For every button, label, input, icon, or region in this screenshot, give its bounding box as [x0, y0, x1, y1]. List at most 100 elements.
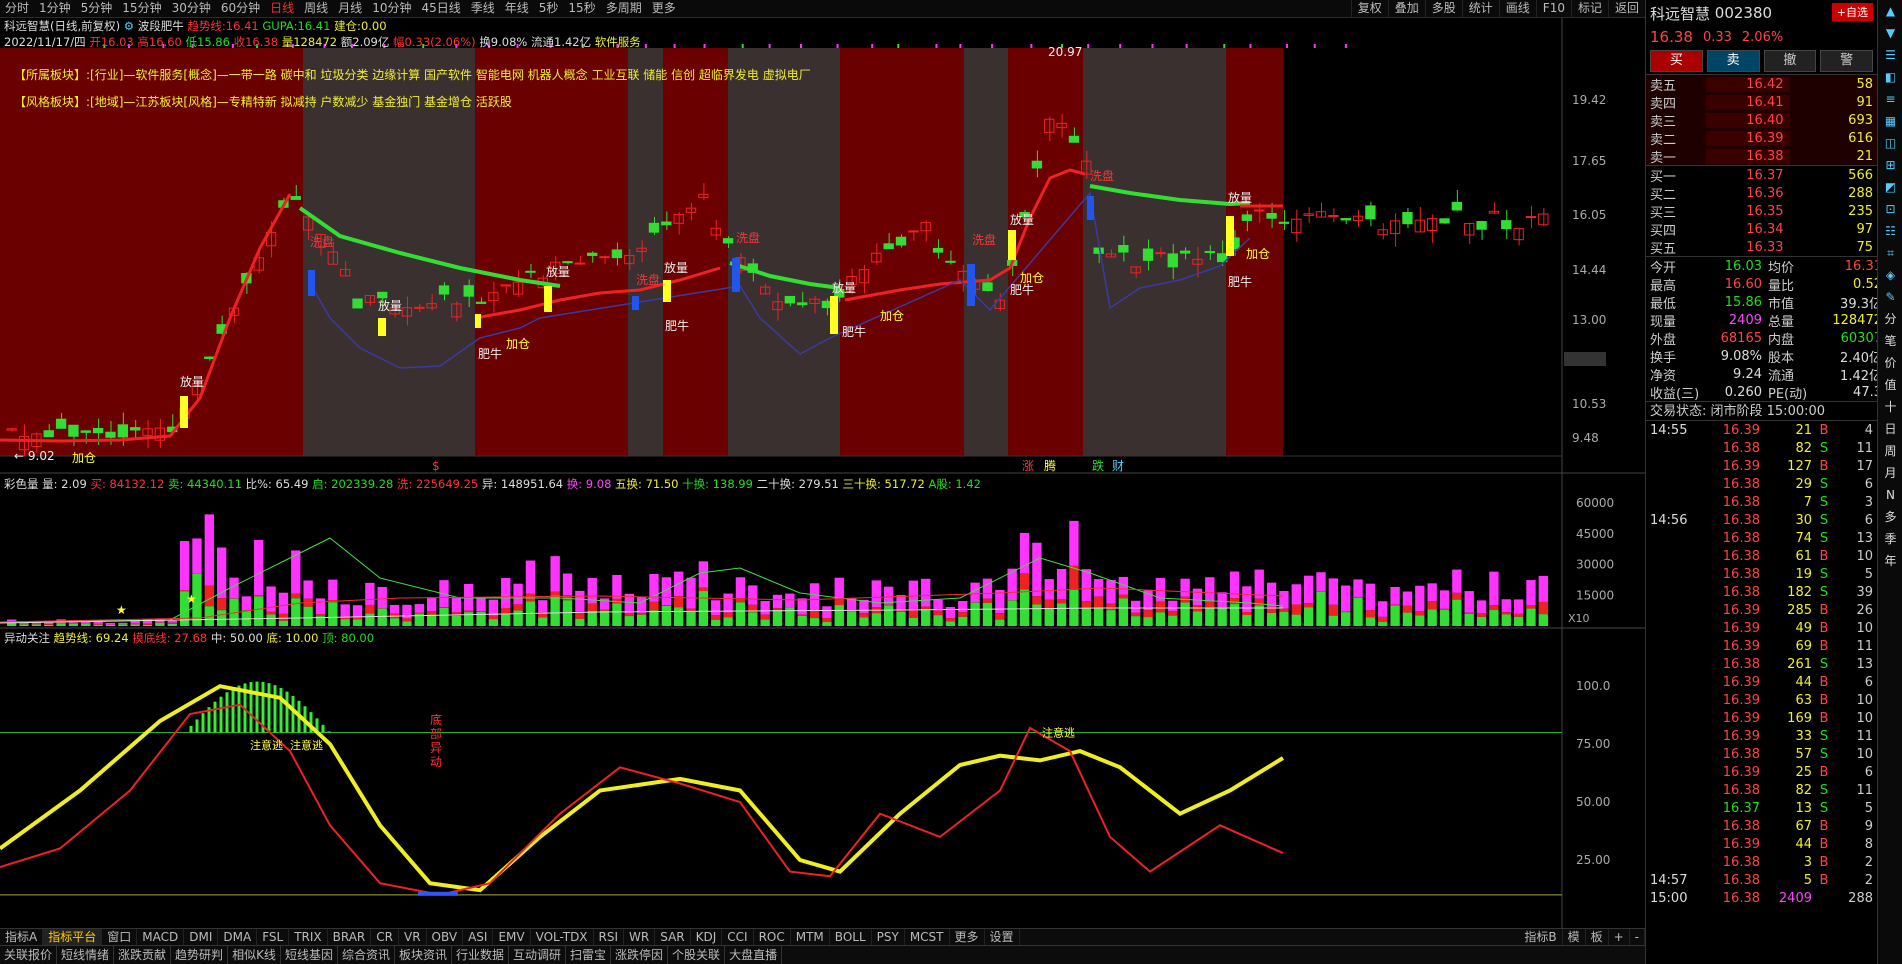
- period-9[interactable]: 10分钟: [367, 0, 416, 17]
- period-14[interactable]: 15秒: [563, 0, 600, 17]
- bottom-tab-6[interactable]: 综合资讯: [338, 946, 395, 964]
- gear-icon[interactable]: ⚙: [124, 19, 134, 33]
- bottom-tab-10[interactable]: 扫雷宝: [566, 946, 612, 964]
- indicator-tab-8[interactable]: BRAR: [328, 929, 372, 945]
- tick-list[interactable]: 14:55 16.39 21 B 4 16.38 82 S 11 16.39 127 B 17 16.38…: [1646, 421, 1877, 907]
- period-12[interactable]: 年线: [500, 0, 534, 17]
- period-3[interactable]: 15分钟: [117, 0, 166, 17]
- period-shortcut-8[interactable]: N: [1878, 484, 1902, 506]
- bottom-tab-11[interactable]: 涨跌停因: [611, 946, 669, 964]
- alert-button[interactable]: 警: [1820, 50, 1873, 72]
- indicator-right-tab-3[interactable]: +: [1609, 929, 1630, 945]
- tool-icon-0[interactable]: ▲: [1878, 0, 1902, 22]
- tool-0[interactable]: 复权: [1350, 0, 1388, 17]
- indicator-tab-14[interactable]: VOL-TDX: [531, 929, 594, 945]
- period-13[interactable]: 5秒: [534, 0, 564, 17]
- period-shortcut-5[interactable]: 日: [1878, 418, 1902, 440]
- period-shortcut-0[interactable]: 分: [1878, 308, 1902, 330]
- period-7[interactable]: 周线: [299, 0, 333, 17]
- tool-icon-13[interactable]: ✎: [1878, 286, 1902, 308]
- ask-row[interactable]: 卖五 16.42 58: [1646, 75, 1877, 94]
- indicator-tab-25[interactable]: 更多: [950, 929, 985, 945]
- tool-icon-12[interactable]: ◈: [1878, 264, 1902, 286]
- indicator-tab-10[interactable]: VR: [399, 929, 427, 945]
- bottom-tab-1[interactable]: 短线情绪: [57, 946, 115, 964]
- tool-icon-11[interactable]: ⌗: [1878, 242, 1902, 264]
- ask-row[interactable]: 卖二 16.39 616: [1646, 129, 1877, 148]
- ask-row[interactable]: 卖四 16.41 91: [1646, 93, 1877, 112]
- indicator-tab-24[interactable]: MCST: [905, 929, 950, 945]
- bid-row[interactable]: 买四 16.34 97: [1646, 220, 1877, 239]
- period-5[interactable]: 60分钟: [216, 0, 265, 17]
- period-16[interactable]: 更多: [647, 0, 681, 17]
- bid-row[interactable]: 买五 16.33 75: [1646, 238, 1877, 257]
- tool-3[interactable]: 统计: [1461, 0, 1499, 17]
- bid-row[interactable]: 买二 16.36 288: [1646, 184, 1877, 203]
- bottom-tab-12[interactable]: 个股关联: [668, 946, 726, 964]
- bottom-tab-5[interactable]: 短线基因: [281, 946, 338, 964]
- tool-7[interactable]: 返回: [1607, 0, 1645, 17]
- tool-6[interactable]: 标记: [1570, 0, 1608, 17]
- indicator-tab-23[interactable]: PSY: [872, 929, 905, 945]
- indicator-tab-5[interactable]: DMA: [218, 929, 258, 945]
- bottom-tab-9[interactable]: 互动调研: [509, 946, 567, 964]
- indicator-right-tab-2[interactable]: 板: [1586, 929, 1609, 945]
- indicator-tab-9[interactable]: CR: [371, 929, 399, 945]
- indicator-tab-19[interactable]: CCI: [722, 929, 754, 945]
- period-shortcut-2[interactable]: 价: [1878, 352, 1902, 374]
- indicator-tab-22[interactable]: BOLL: [830, 929, 872, 945]
- bottom-tab-13[interactable]: 大盘直播: [725, 946, 783, 964]
- period-shortcut-10[interactable]: 季: [1878, 528, 1902, 550]
- chart-area[interactable]: 19.4217.6516.0514.4413.0011.6310.539.48放…: [0, 18, 1645, 958]
- tool-icon-4[interactable]: ≡: [1878, 88, 1902, 110]
- tool-icon-9[interactable]: ⊡: [1878, 198, 1902, 220]
- bottom-tab-7[interactable]: 板块资讯: [395, 946, 452, 964]
- period-6[interactable]: 日线: [265, 0, 299, 17]
- tool-5[interactable]: F10: [1535, 0, 1571, 17]
- period-shortcut-7[interactable]: 月: [1878, 462, 1902, 484]
- ask-row[interactable]: 卖一 16.38 21: [1646, 147, 1877, 166]
- indicator-tab-12[interactable]: ASI: [463, 929, 494, 945]
- period-shortcut-1[interactable]: 笔: [1878, 330, 1902, 352]
- tool-icon-1[interactable]: ▼: [1878, 22, 1902, 44]
- period-10[interactable]: 45日线: [416, 0, 465, 17]
- buy-button[interactable]: 买: [1650, 50, 1703, 72]
- indicator-right-tab-4[interactable]: -: [1630, 929, 1645, 945]
- tool-1[interactable]: 叠加: [1387, 0, 1425, 17]
- indicator-tab-6[interactable]: FSL: [257, 929, 290, 945]
- indicator-tab-15[interactable]: RSI: [594, 929, 625, 945]
- bid-row[interactable]: 买三 16.35 235: [1646, 202, 1877, 221]
- indicator-tab-13[interactable]: EMV: [493, 929, 531, 945]
- tool-icon-7[interactable]: ⊞: [1878, 154, 1902, 176]
- indicator-tab-20[interactable]: ROC: [754, 929, 791, 945]
- tool-icon-8[interactable]: ◩: [1878, 176, 1902, 198]
- bottom-tab-4[interactable]: 相似K线: [228, 946, 281, 964]
- tool-icon-3[interactable]: ◧: [1878, 66, 1902, 88]
- indicator-tab-17[interactable]: SAR: [655, 929, 691, 945]
- period-0[interactable]: 分时: [0, 0, 34, 17]
- indicator-tab-2[interactable]: 窗口: [102, 929, 138, 945]
- indicator-tab-26[interactable]: 设置: [985, 929, 1020, 945]
- tool-icon-2[interactable]: ☰: [1878, 44, 1902, 66]
- ask-row[interactable]: 卖三 16.40 693: [1646, 111, 1877, 130]
- indicator-right-tab-0[interactable]: 指标B: [1519, 929, 1563, 945]
- indicator-tab-0[interactable]: 指标A: [0, 929, 44, 945]
- period-8[interactable]: 月线: [333, 0, 367, 17]
- period-1[interactable]: 1分钟: [34, 0, 76, 17]
- tool-icon-6[interactable]: ◫: [1878, 132, 1902, 154]
- cancel-button[interactable]: 撤: [1763, 50, 1817, 72]
- bottom-tab-3[interactable]: 趋势研判: [171, 946, 229, 964]
- add-favorite-button[interactable]: +自选: [1831, 3, 1873, 21]
- indicator-tab-1[interactable]: 指标平台: [43, 929, 103, 945]
- bid-row[interactable]: 买一 16.37 566: [1646, 166, 1877, 185]
- indicator-tab-21[interactable]: MTM: [791, 929, 830, 945]
- indicator-tab-3[interactable]: MACD: [137, 929, 185, 945]
- period-shortcut-6[interactable]: 周: [1878, 440, 1902, 462]
- tool-icon-5[interactable]: ▦: [1878, 110, 1902, 132]
- indicator-tab-11[interactable]: OBV: [427, 929, 464, 945]
- tool-4[interactable]: 画线: [1498, 0, 1536, 17]
- period-2[interactable]: 5分钟: [76, 0, 118, 17]
- period-shortcut-9[interactable]: 多: [1878, 506, 1902, 528]
- period-shortcut-11[interactable]: 年: [1878, 550, 1902, 572]
- indicator-tab-4[interactable]: DMI: [184, 929, 219, 945]
